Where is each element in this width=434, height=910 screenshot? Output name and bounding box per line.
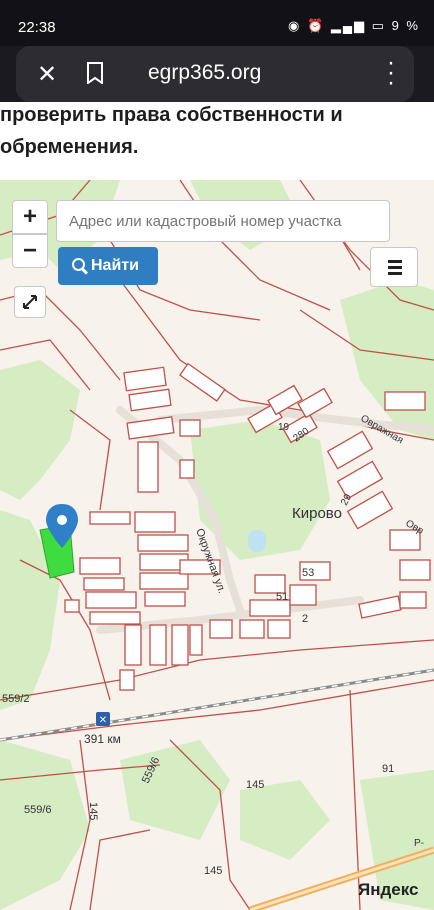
railway: [0, 668, 434, 742]
parcel-label: 53: [302, 567, 314, 579]
zoom-out-button[interactable]: −: [12, 234, 48, 268]
heading-line-1: проверить права собственности и: [0, 104, 343, 126]
menu-icon: [388, 260, 402, 263]
fullscreen-button[interactable]: [14, 286, 46, 318]
find-button-label: Найти: [91, 257, 139, 274]
parcel-label: 559/2: [2, 693, 30, 705]
close-icon[interactable]: ✕: [34, 60, 60, 89]
map-canvas[interactable]: ✕ Кирово Окружная ул. Овражная Овр 391 к…: [0, 180, 434, 910]
search-icon: [72, 258, 85, 271]
eye-icon: ◉: [288, 18, 302, 33]
parcel-label: 19: [278, 422, 290, 433]
signal-icon: ▂▄▆: [330, 18, 367, 33]
status-icons: ◉ ⏰ ▂▄▆ ▭ 9 %: [288, 18, 420, 34]
more-vert-icon[interactable]: · · ·: [386, 51, 396, 95]
status-time: 22:38: [18, 19, 56, 36]
status-bar: 22:38 ◉ ⏰ ▂▄▆ ▭ 9 %: [0, 0, 434, 46]
station-icon: ✕: [96, 712, 110, 726]
parcel-label: 145: [87, 802, 99, 820]
page-content: проверить права собственности и обремене…: [0, 102, 434, 910]
battery-percent: 9 %: [391, 18, 420, 33]
parcel-label: 145: [246, 779, 264, 791]
page-heading: проверить права собственности и обремене…: [0, 102, 434, 180]
url-text[interactable]: egrp365.org: [148, 61, 261, 85]
cadastral-map[interactable]: ✕ Кирово Окружная ул. Овражная Овр 391 к…: [0, 180, 434, 910]
layers-menu-button[interactable]: [370, 247, 418, 287]
svg-text:✕: ✕: [99, 715, 107, 726]
zoom-in-button[interactable]: +: [12, 200, 48, 234]
village-label: Кирово: [292, 505, 342, 522]
map-attribution[interactable]: Яндекс: [358, 880, 418, 900]
parcel-label: 51: [276, 591, 288, 603]
parcel-label: 2: [302, 613, 308, 625]
station-label: 391 км: [84, 732, 121, 746]
parcel-label: 145: [204, 865, 222, 877]
search-input[interactable]: [56, 200, 390, 242]
heading-line-2: обременения.: [0, 136, 139, 158]
parcel-label: 91: [382, 763, 394, 775]
expand-icon: [23, 295, 37, 309]
pond: [248, 530, 266, 552]
browser-toolbar: ✕ egrp365.org · · ·: [16, 46, 414, 102]
battery-icon: ▭: [371, 18, 386, 33]
bookmark-icon[interactable]: [86, 62, 104, 84]
find-button[interactable]: Найти: [58, 247, 158, 285]
parcel-label: 559/6: [24, 804, 52, 816]
alarm-icon: ⏰: [307, 18, 326, 33]
highway-label: Р-: [414, 838, 424, 849]
